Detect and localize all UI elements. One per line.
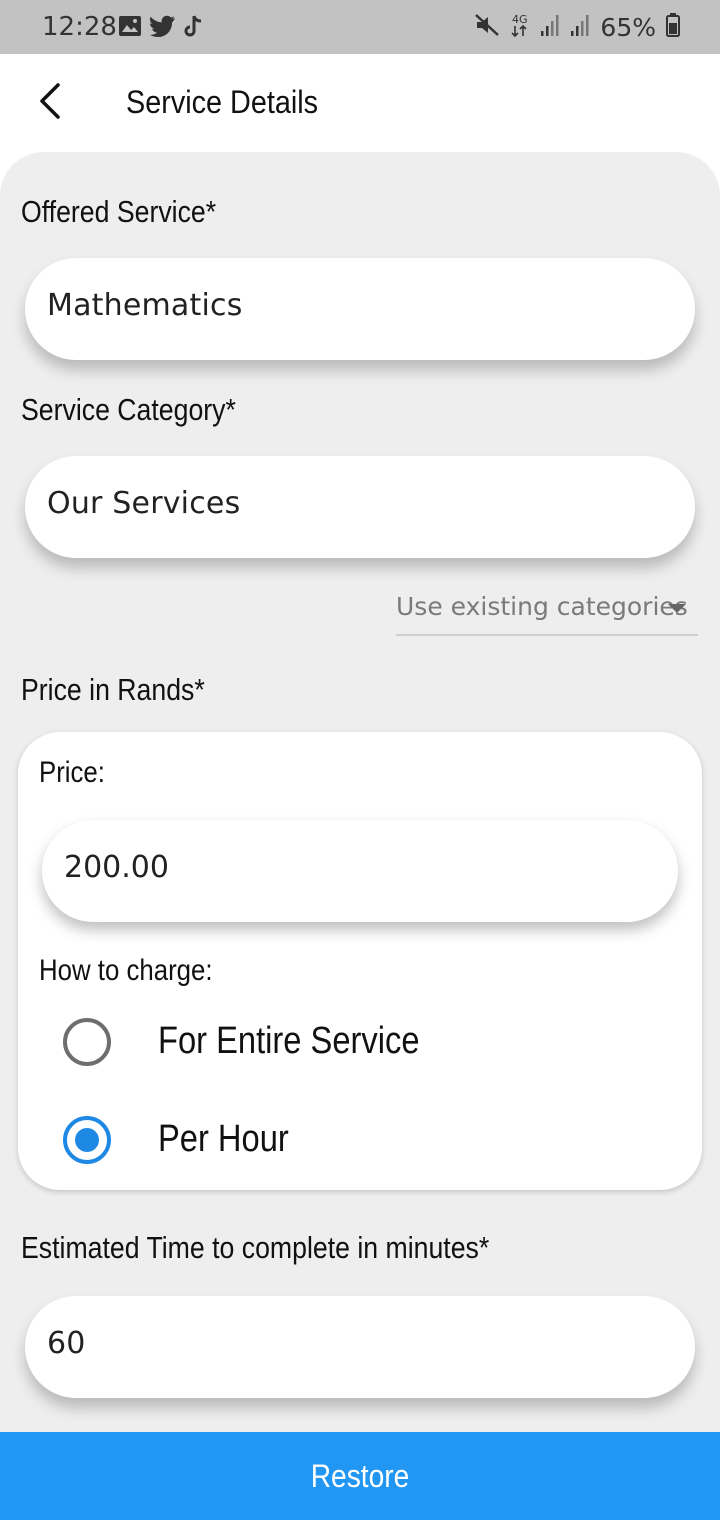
status-bar: 12:28 4G 65% <box>0 0 720 54</box>
mute-icon <box>474 13 500 42</box>
radio-checked-icon[interactable] <box>63 1116 111 1164</box>
chevron-left-icon <box>38 82 62 124</box>
gallery-icon <box>118 15 142 42</box>
restore-button[interactable]: Restore <box>0 1432 720 1520</box>
offered-service-value: Mathematics <box>47 288 243 323</box>
service-category-field[interactable]: Our Services <box>25 456 695 558</box>
form-container: Offered Service* Mathematics Service Cat… <box>0 152 720 1520</box>
estimated-time-field[interactable]: 60 <box>25 1296 695 1398</box>
dropdown-arrow-icon <box>668 604 686 613</box>
service-category-value: Our Services <box>47 486 241 521</box>
price-field[interactable]: 200.00 <box>42 820 678 922</box>
radio-entire-service-label: For Entire Service <box>158 1020 420 1062</box>
battery-icon <box>666 13 680 42</box>
estimated-time-value: 60 <box>47 1326 86 1361</box>
radio-unchecked-icon[interactable] <box>63 1018 111 1066</box>
existing-categories-dropdown[interactable]: Use existing categories <box>396 588 698 636</box>
twitter-icon <box>150 15 176 42</box>
radio-entire-service[interactable]: For Entire Service <box>58 1012 658 1072</box>
notification-icons <box>118 14 204 43</box>
price-value: 200.00 <box>64 850 169 885</box>
offered-service-field[interactable]: Mathematics <box>25 258 695 360</box>
app-bar: Service Details <box>0 54 720 152</box>
tiktok-icon <box>184 14 204 43</box>
system-icons: 4G 65% <box>474 12 680 43</box>
svg-text:4G: 4G <box>512 13 528 26</box>
signal-icon <box>570 13 590 42</box>
existing-categories-text: Use existing categories <box>396 592 688 621</box>
battery-percent: 65% <box>600 13 656 42</box>
price-sub-label: Price: <box>39 756 105 789</box>
how-to-charge-label: How to charge: <box>39 954 213 987</box>
restore-button-label: Restore <box>310 1458 410 1494</box>
status-time: 12:28 <box>42 12 117 42</box>
page-title: Service Details <box>126 84 319 120</box>
price-label: Price in Rands* <box>21 672 205 707</box>
radio-per-hour-label: Per Hour <box>158 1118 289 1160</box>
signal-icon <box>540 13 560 42</box>
offered-service-label: Offered Service* <box>21 194 217 229</box>
estimated-time-label: Estimated Time to complete in minutes* <box>21 1230 490 1265</box>
price-card: Price: 200.00 How to charge: For Entire … <box>18 732 702 1190</box>
back-button[interactable] <box>30 82 70 124</box>
radio-per-hour[interactable]: Per Hour <box>58 1110 658 1170</box>
4g-icon: 4G <box>510 12 530 43</box>
service-category-label: Service Category* <box>21 392 236 427</box>
